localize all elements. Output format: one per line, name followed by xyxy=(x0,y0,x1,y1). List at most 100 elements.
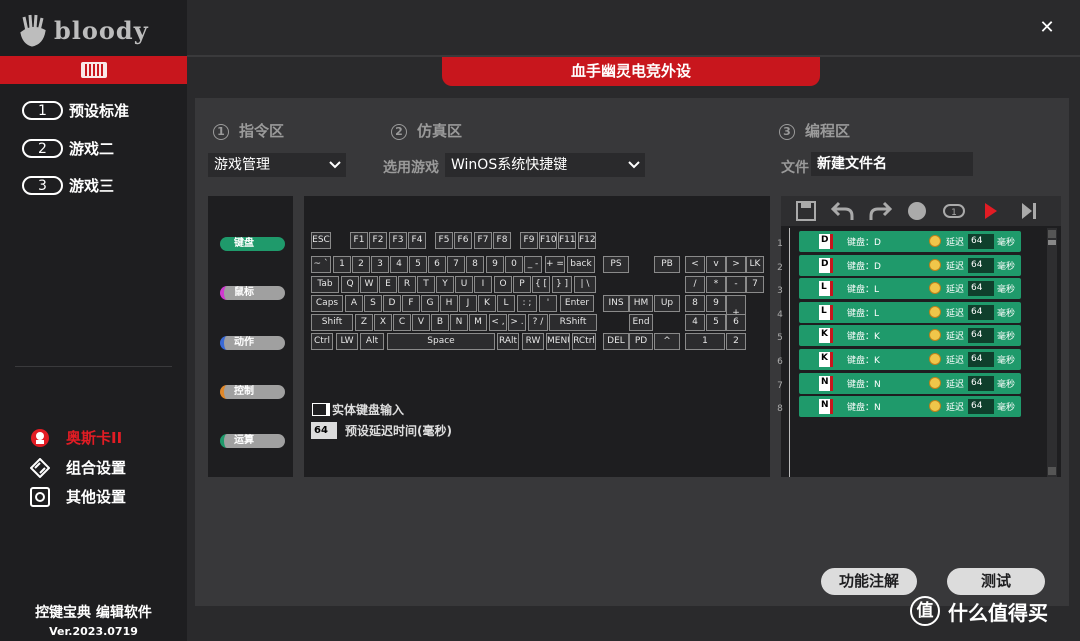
key[interactable]: ESC xyxy=(311,232,331,249)
command-select[interactable]: 游戏管理 xyxy=(208,153,346,177)
undo-icon[interactable] xyxy=(831,199,855,223)
key[interactable]: 4 xyxy=(390,256,408,273)
key[interactable]: 0 xyxy=(505,256,523,273)
key[interactable]: N xyxy=(450,314,468,331)
key[interactable]: Up xyxy=(654,295,680,312)
close-icon[interactable]: ✕ xyxy=(1037,18,1057,38)
program-scrollbar[interactable] xyxy=(1047,228,1057,477)
key[interactable]: J xyxy=(459,295,477,312)
key[interactable]: v xyxy=(706,256,726,273)
program-row[interactable]: K 键盘：K 延迟 64 毫秒 xyxy=(799,325,1021,347)
key[interactable]: Caps xyxy=(311,295,343,312)
category-mouse-button[interactable]: 鼠标 xyxy=(220,286,285,300)
scroll-up-arrow[interactable] xyxy=(1048,230,1056,238)
physical-input-checkbox[interactable]: 实体键盘输入 xyxy=(312,401,404,418)
key[interactable]: F5 xyxy=(435,232,453,249)
keyboard-device-strip[interactable] xyxy=(0,56,187,84)
key[interactable]: back xyxy=(567,256,595,273)
key[interactable]: RShift xyxy=(549,314,597,331)
key[interactable]: ? / xyxy=(528,314,548,331)
key[interactable]: B xyxy=(431,314,449,331)
key[interactable]: ~ ` xyxy=(311,256,331,273)
key[interactable]: | \ xyxy=(574,276,596,293)
key[interactable]: I xyxy=(474,276,492,293)
category-control-button[interactable]: 控制 xyxy=(220,385,285,399)
program-row[interactable]: L 键盘：L 延迟 64 毫秒 xyxy=(799,278,1021,300)
key[interactable]: V xyxy=(412,314,430,331)
delay-input[interactable]: 64 xyxy=(968,328,994,344)
test-button[interactable]: 测试 xyxy=(947,568,1045,595)
profile-3[interactable]: 3 游戏三 xyxy=(22,175,114,196)
key[interactable]: F xyxy=(402,295,420,312)
key[interactable]: 3 xyxy=(371,256,389,273)
checkbox-box[interactable] xyxy=(312,403,330,416)
key[interactable]: 1 xyxy=(333,256,351,273)
key[interactable]: 8 xyxy=(685,295,705,312)
key[interactable]: P xyxy=(513,276,531,293)
key[interactable]: F2 xyxy=(369,232,387,249)
key[interactable]: _ - xyxy=(524,256,542,273)
help-button[interactable]: 功能注解 xyxy=(821,568,917,595)
key[interactable]: PB xyxy=(654,256,680,273)
key[interactable]: * xyxy=(706,276,726,293)
delay-input[interactable]: 64 xyxy=(968,375,994,391)
game-select[interactable]: WinOS系统快捷键 xyxy=(445,153,645,177)
key[interactable]: - xyxy=(726,276,746,293)
key[interactable]: / xyxy=(685,276,705,293)
key[interactable]: W xyxy=(360,276,378,293)
key[interactable]: Q xyxy=(341,276,359,293)
key[interactable]: Ctrl xyxy=(311,333,333,350)
key[interactable]: A xyxy=(345,295,363,312)
key[interactable]: + = xyxy=(545,256,565,273)
key[interactable]: Alt xyxy=(360,333,384,350)
key[interactable]: 6 xyxy=(428,256,446,273)
run-icon[interactable] xyxy=(979,199,1003,223)
key[interactable]: C xyxy=(393,314,411,331)
key[interactable]: RCtrl xyxy=(572,333,596,350)
key[interactable]: 7 xyxy=(746,276,764,293)
key[interactable]: Y xyxy=(436,276,454,293)
key[interactable]: M xyxy=(469,314,487,331)
key[interactable]: 9 xyxy=(706,295,726,312)
key[interactable]: F12 xyxy=(578,232,596,249)
key[interactable]: 4 xyxy=(685,314,705,331)
key[interactable]: 5 xyxy=(706,314,726,331)
profile-1[interactable]: 1 预设标准 xyxy=(22,100,129,121)
key[interactable]: 5 xyxy=(409,256,427,273)
key[interactable]: T xyxy=(417,276,435,293)
key[interactable]: Space xyxy=(387,333,495,350)
loop-icon[interactable]: 1 xyxy=(942,199,966,223)
key[interactable]: F1 xyxy=(350,232,368,249)
key[interactable]: End xyxy=(629,314,653,331)
key[interactable]: F11 xyxy=(558,232,576,249)
sidebar-item-oscar[interactable]: 奥斯卡II xyxy=(30,427,122,448)
record-icon[interactable] xyxy=(905,199,929,223)
key[interactable]: ' xyxy=(539,295,557,312)
delay-input[interactable]: 64 xyxy=(968,352,994,367)
step-icon[interactable] xyxy=(1016,199,1040,223)
key[interactable]: G xyxy=(421,295,439,312)
key[interactable]: F6 xyxy=(454,232,472,249)
key[interactable]: PS xyxy=(603,256,629,273)
key[interactable]: 2 xyxy=(726,333,746,350)
key[interactable]: S xyxy=(364,295,382,312)
key[interactable]: { [ xyxy=(532,276,550,293)
key[interactable]: LK xyxy=(746,256,764,273)
key[interactable]: Z xyxy=(355,314,373,331)
key[interactable]: F3 xyxy=(389,232,407,249)
save-icon[interactable] xyxy=(794,199,818,223)
key[interactable]: RAlt xyxy=(497,333,519,350)
delay-input[interactable]: 64 xyxy=(968,281,994,297)
sidebar-item-combo-settings[interactable]: 组合设置 xyxy=(30,457,126,478)
key[interactable]: HM xyxy=(629,295,653,312)
category-keyboard-button[interactable]: 键盘 xyxy=(220,237,285,251)
key[interactable]: K xyxy=(478,295,496,312)
program-row[interactable]: N 键盘：N 延迟 64 毫秒 xyxy=(799,372,1021,394)
key[interactable]: 8 xyxy=(466,256,484,273)
key[interactable]: L xyxy=(497,295,515,312)
key[interactable]: < , xyxy=(489,314,507,331)
sidebar-item-other-settings[interactable]: 其他设置 xyxy=(30,486,126,507)
key[interactable]: LW xyxy=(336,333,358,350)
key[interactable]: R xyxy=(398,276,416,293)
key[interactable]: Enter xyxy=(560,295,594,312)
